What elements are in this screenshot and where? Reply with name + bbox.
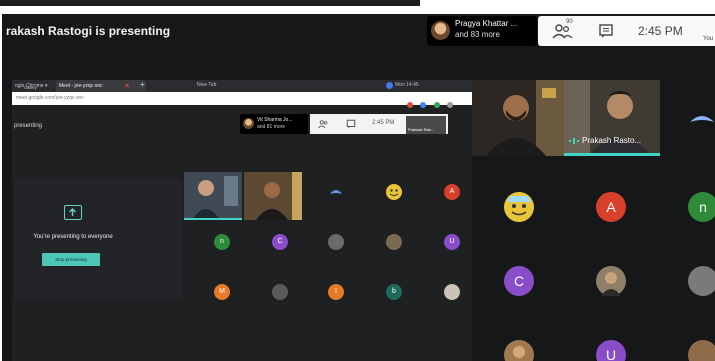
clock: 2:45 PM xyxy=(638,24,683,38)
participant-initial: b xyxy=(392,288,396,295)
participant-avatar: b xyxy=(386,284,402,300)
photo-avatar[interactable] xyxy=(688,340,715,361)
inner-clock: 2:45 PM xyxy=(372,120,395,126)
inner-video-tile xyxy=(244,172,302,220)
address-bar[interactable]: meet.google.com/joe-yzqc-xnc xyxy=(12,92,472,126)
inner-participant-more: and 81 more xyxy=(257,124,286,130)
new-tab-icon[interactable]: + xyxy=(140,80,145,89)
person-silhouette-icon xyxy=(472,80,564,156)
participant-initial: U xyxy=(605,347,617,361)
inner-top-controls: 2:45 PM Prakash Ras... xyxy=(310,114,448,134)
speaking-icon xyxy=(569,138,579,144)
photo-avatar xyxy=(386,234,402,250)
participant-grid: Prakash Rasto... A n C U xyxy=(472,80,715,361)
extension-icon[interactable] xyxy=(407,102,413,108)
inner-participants-chip: Vit Sharma Jo... and 81 more xyxy=(240,114,308,134)
people-icon xyxy=(318,120,328,129)
extension-icon[interactable] xyxy=(420,102,427,108)
extension-icon[interactable] xyxy=(433,102,440,108)
inner-self-view: Prakash Ras... xyxy=(406,116,446,134)
top-strip xyxy=(0,0,420,6)
participant-avatar: U xyxy=(444,234,460,250)
browser-tabbar: ogle Chrome ▾ Gallery Meet - joe-yzqc-xn… xyxy=(12,80,472,92)
people-count: 90 xyxy=(566,19,573,25)
emoji-avatar xyxy=(386,184,402,200)
participant-avatar: n xyxy=(214,234,230,250)
participant-avatar[interactable]: C xyxy=(504,266,534,296)
system-tray: Mon 14:45 xyxy=(395,82,419,88)
extension-icons xyxy=(407,95,467,126)
participant-avatar: C xyxy=(272,234,288,250)
shared-screen: ogle Chrome ▾ Gallery Meet - joe-yzqc-xn… xyxy=(12,80,472,361)
inner-participant-grid: A n C U M I b xyxy=(184,172,472,342)
inner-participant-avatar xyxy=(243,118,254,129)
photo-avatar[interactable] xyxy=(688,266,715,296)
participant-avatar: M xyxy=(214,284,230,300)
inner-participant-name: Vit Sharma Jo... xyxy=(257,117,293,123)
meet-window: rakash Rastogi is presenting Pragya Khat… xyxy=(2,14,715,361)
participant-avatar: A xyxy=(444,184,460,200)
participant-avatar xyxy=(690,116,714,122)
video-tile-prakash[interactable]: Prakash Rasto... xyxy=(564,80,660,156)
participants-chip[interactable]: Pragya Khattar ... and 83 more xyxy=(427,16,537,46)
address-text: meet.google.com/joe-yzqc-xnc xyxy=(16,95,84,101)
participant-initial: C xyxy=(513,273,525,289)
window-title: New Tab xyxy=(197,82,217,88)
participant-avatar[interactable]: A xyxy=(596,192,626,222)
participant-initial: M xyxy=(219,288,225,295)
participant-initial: I xyxy=(335,288,337,295)
present-screen-icon xyxy=(64,205,82,220)
participant-initial: n xyxy=(699,199,707,215)
person-silhouette-icon xyxy=(193,176,238,218)
participant-name: Pragya Khattar ... xyxy=(455,19,518,28)
person-silhouette-icon xyxy=(244,172,302,220)
photo-avatar[interactable] xyxy=(596,266,626,296)
participant-initial: U xyxy=(449,238,455,245)
inner-self-label: Prakash Ras... xyxy=(408,127,435,132)
participant-more: and 83 more xyxy=(455,30,500,39)
participant-initial: C xyxy=(277,238,283,245)
photo-avatar[interactable] xyxy=(504,340,534,361)
chat-icon[interactable] xyxy=(598,23,614,39)
photo-avatar xyxy=(272,284,288,300)
participant-avatar xyxy=(431,21,450,40)
photo-avatar xyxy=(328,234,344,250)
close-icon[interactable]: ✕ xyxy=(124,82,130,90)
video-tile[interactable] xyxy=(472,80,564,156)
chat-icon xyxy=(346,119,356,129)
presenting-message: You're presenting to everyone xyxy=(33,234,113,240)
photo-avatar xyxy=(444,284,460,300)
tab-meet[interactable]: Meet - joe-yzqc-xnc xyxy=(56,80,146,92)
participant-initial: n xyxy=(220,238,224,245)
video-label: Prakash Rasto... xyxy=(582,136,642,145)
participant-avatar: I xyxy=(328,284,344,300)
emoji-avatar[interactable] xyxy=(504,192,534,222)
stop-presenting-button[interactable]: Stop presenting xyxy=(42,253,100,266)
presenting-title: rakash Rastogi is presenting xyxy=(6,24,171,38)
you-label: You xyxy=(703,36,714,42)
chrome-icon xyxy=(386,82,393,89)
participant-initial: A xyxy=(449,188,455,195)
participant-avatar[interactable]: n xyxy=(688,192,715,222)
participant-initial: A xyxy=(606,199,616,215)
participant-avatar xyxy=(330,190,342,194)
top-controls: 90 2:45 PM You xyxy=(538,16,715,46)
inner-presenting-label: presenting xyxy=(14,123,43,129)
participant-avatar[interactable]: U xyxy=(596,340,626,361)
inner-video-tile xyxy=(184,172,242,220)
tab-gallery[interactable]: Gallery xyxy=(24,85,37,92)
presenting-panel: You're presenting to everyone Stop prese… xyxy=(14,178,182,298)
extension-icon[interactable] xyxy=(447,102,454,108)
